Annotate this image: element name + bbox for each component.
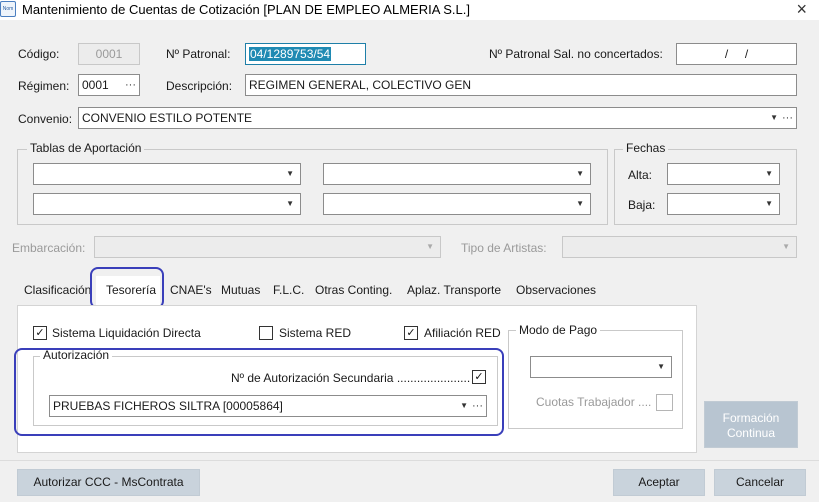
tipo-artistas-select: ▼ [562,236,797,258]
chevron-down-icon[interactable]: ▼ [770,108,778,128]
ellipsis-icon[interactable]: ··· [125,75,136,95]
convenio-value: CONVENIO ESTILO POTENTE [82,111,253,125]
sistema-liquidacion-checkbox[interactable]: ✓ [33,326,47,340]
descripcion-input[interactable]: REGIMEN GENERAL, COLECTIVO GEN [245,74,797,96]
tab-cnaes[interactable]: CNAE's [170,283,212,297]
tabla-select-1[interactable]: ▼ [33,163,301,185]
sistema-red-label: Sistema RED [279,326,352,340]
ellipsis-icon[interactable]: ··· [782,108,793,128]
tab-flc[interactable]: F.L.C. [273,283,304,297]
afiliacion-red-checkbox[interactable]: ✓ [404,326,418,340]
tabla-select-2[interactable]: ▼ [323,163,591,185]
codigo-field: 0001 [78,43,140,65]
tab-observaciones[interactable]: Observaciones [516,283,596,297]
aceptar-button[interactable]: Aceptar [613,469,705,496]
patronal-input[interactable]: 04/1289753/54 [245,43,366,65]
autorizar-ccc-button[interactable]: Autorizar CCC - MsContrata [17,469,200,496]
embarcacion-label: Embarcación: [12,241,86,255]
patronal-value: 04/1289753/54 [249,47,332,61]
tab-otras-conting[interactable]: Otras Conting. [315,283,392,297]
cancelar-button[interactable]: Cancelar [714,469,806,496]
baja-label: Baja: [628,198,656,212]
regimen-label: Régimen: [18,79,70,93]
window-title: Mantenimiento de Cuentas de Cotización [… [22,2,470,17]
fechas-title: Fechas [623,141,669,155]
chevron-down-icon[interactable]: ▼ [576,164,584,184]
regimen-value: 0001 [82,78,109,92]
chevron-down-icon[interactable]: ▼ [765,194,773,214]
baja-date-input[interactable]: ▼ [667,193,780,215]
tabla-select-3[interactable]: ▼ [33,193,301,215]
formacion-continua-button: Formación Continua [704,401,798,448]
modo-pago-title: Modo de Pago [516,323,601,337]
sistema-red-checkbox[interactable] [259,326,273,340]
chevron-down-icon[interactable]: ▼ [576,194,584,214]
tab-mutuas[interactable]: Mutuas [221,283,260,297]
convenio-select[interactable]: CONVENIO ESTILO POTENTE ▼ ··· [78,107,797,129]
modo-pago-group [508,330,683,429]
chevron-down-icon[interactable]: ▼ [657,357,665,377]
tab-aplaz-transporte[interactable]: Aplaz. Transporte [407,283,501,297]
patronal-sal-input[interactable]: / / [676,43,797,65]
tab-clasificacion[interactable]: Clasificación [24,283,91,297]
cuotas-trabajador-label: Cuotas Trabajador .... [536,395,652,409]
sistema-liquidacion-label: Sistema Liquidación Directa [52,326,201,340]
chevron-down-icon: ▼ [426,242,434,251]
close-icon[interactable]: × [796,0,807,20]
tipo-artistas-label: Tipo de Artistas: [461,241,547,255]
alta-date-input[interactable]: ▼ [667,163,780,185]
regimen-input[interactable]: 0001 ··· [78,74,140,96]
convenio-label: Convenio: [18,112,73,126]
modo-pago-select[interactable]: ▼ [530,356,672,378]
footer-separator [0,460,819,461]
tab-highlight-annotation [90,267,164,309]
descripcion-label: Descripción: [166,79,233,93]
embarcacion-select: ▼ [94,236,441,258]
chevron-down-icon[interactable]: ▼ [765,164,773,184]
chevron-down-icon: ▼ [782,242,790,251]
tabla-select-4[interactable]: ▼ [323,193,591,215]
codigo-label: Código: [18,47,60,61]
autorizacion-highlight-annotation [14,348,504,436]
cuotas-trabajador-checkbox [656,394,673,411]
patronal-label: Nº Patronal: [166,47,231,61]
chevron-down-icon[interactable]: ▼ [286,164,294,184]
tablas-title: Tablas de Aportación [27,141,145,155]
chevron-down-icon[interactable]: ▼ [286,194,294,214]
alta-label: Alta: [628,168,653,182]
patronal-sal-label: Nº Patronal Sal. no concertados: [489,47,663,61]
afiliacion-red-label: Afiliación RED [424,326,501,340]
app-icon: Nom [0,1,16,17]
